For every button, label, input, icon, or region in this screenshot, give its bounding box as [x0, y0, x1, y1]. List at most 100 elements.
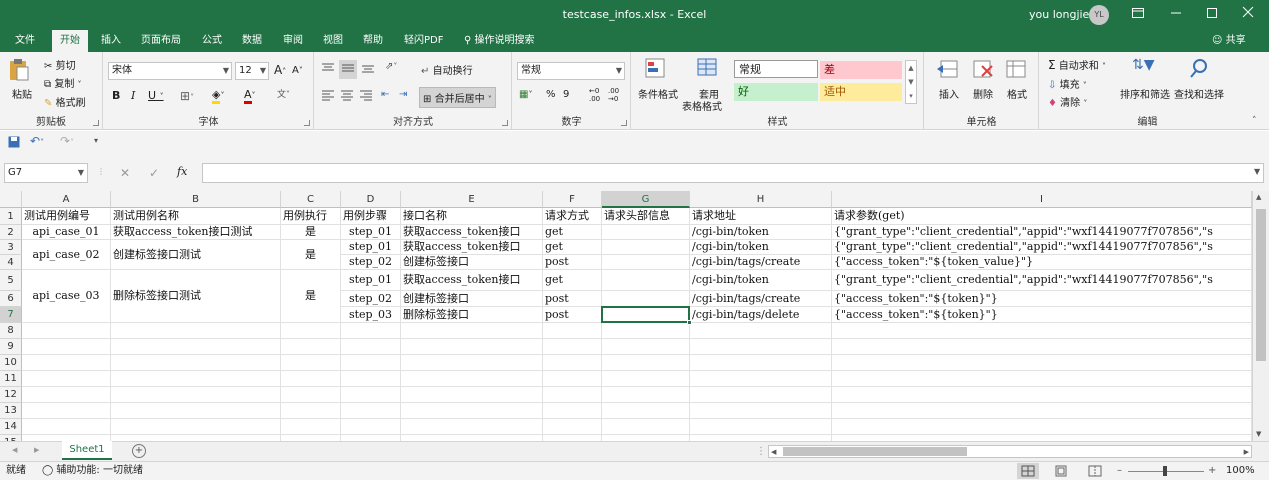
params-cell[interactable]: {"access_token":"${token}"} [832, 307, 1251, 322]
column-header[interactable]: I [832, 191, 1252, 208]
confirm-entry-icon[interactable]: ✓ [149, 166, 159, 180]
insert-cells-icon[interactable] [937, 58, 959, 83]
accessibility-status[interactable]: ◯ 辅助功能: 一切就绪 [42, 462, 143, 480]
case-exec-cell[interactable]: 是 [281, 240, 340, 269]
style-good[interactable]: 好 [734, 83, 818, 101]
active-cell-G7[interactable] [601, 306, 690, 323]
undo-icon[interactable]: ↶˅ [30, 134, 44, 148]
scroll-up-icon[interactable]: ▲ [1256, 193, 1261, 201]
column-header[interactable]: H [690, 191, 832, 208]
font-color-icon[interactable]: A˅ [244, 88, 256, 104]
row-header[interactable]: 7 [0, 307, 22, 323]
api-name-cell[interactable]: 删除标签接口 [401, 307, 542, 322]
alignment-launcher-icon[interactable] [502, 120, 508, 126]
currency-icon[interactable]: ▦˅ [519, 89, 532, 100]
decrease-indent-icon[interactable]: ⇤ [381, 89, 389, 100]
scroll-down-icon[interactable]: ▼ [1256, 430, 1261, 438]
clear-button[interactable]: ♦ 清除 ˅ [1048, 94, 1087, 109]
header-cell[interactable]: 请求方式 [543, 208, 601, 224]
step-cell[interactable]: step_03 [341, 307, 400, 322]
row-header[interactable]: 2 [0, 225, 22, 240]
maximize-button[interactable] [1202, 5, 1222, 25]
header-cell[interactable]: 请求参数(get) [832, 208, 1251, 224]
decrease-font-icon[interactable]: A˅ [292, 65, 303, 76]
close-button[interactable] [1238, 5, 1258, 25]
increase-font-icon[interactable]: A˄ [274, 63, 286, 77]
customize-qat-icon[interactable]: ▾ [94, 136, 98, 145]
tell-me-search[interactable]: ⚲ 操作说明搜索 [464, 30, 535, 52]
style-neutral[interactable]: 适中 [820, 83, 902, 101]
params-cell[interactable]: {"access_token":"${token}"} [832, 291, 1251, 306]
zoom-out-icon[interactable]: – [1117, 462, 1122, 480]
case-exec-cell[interactable]: 是 [281, 225, 340, 239]
case-id-cell[interactable]: api_case_03 [22, 270, 110, 322]
font-name-select[interactable]: 宋体 ▼ [108, 62, 232, 80]
column-header[interactable]: F [543, 191, 602, 208]
api-name-cell[interactable]: 获取access_token接口 [401, 225, 542, 239]
phonetic-icon[interactable]: 文˅ [277, 87, 290, 100]
url-cell[interactable]: /cgi-bin/tags/create [690, 255, 831, 269]
horizontal-scroll-thumb[interactable] [783, 447, 967, 456]
tab-insert[interactable]: 插入 [99, 30, 123, 52]
header-cell[interactable]: 用例执行 [281, 208, 340, 224]
horizontal-scrollbar[interactable]: ◀ ▶ [768, 445, 1252, 458]
tab-view[interactable]: 视图 [321, 30, 345, 52]
collapse-ribbon-icon[interactable]: ˄ [1252, 116, 1257, 126]
url-cell[interactable]: /cgi-bin/token [690, 270, 831, 290]
expand-formula-icon[interactable]: ▼ [1254, 167, 1260, 176]
url-cell[interactable]: /cgi-bin/token [690, 225, 831, 239]
row-header[interactable]: 9 [0, 339, 22, 355]
delete-cells-icon[interactable] [972, 58, 994, 83]
case-name-cell[interactable]: 删除标签接口测试 [111, 270, 280, 322]
api-name-cell[interactable]: 创建标签接口 [401, 255, 542, 269]
params-cell[interactable]: {"grant_type":"client_credential","appid… [832, 240, 1251, 254]
cut-button[interactable]: ✂ 剪切 [44, 57, 76, 72]
column-header[interactable]: D [341, 191, 401, 208]
column-header[interactable]: E [401, 191, 543, 208]
params-cell[interactable]: {"access_token":"${token_value}"} [832, 255, 1251, 269]
case-id-cell[interactable]: api_case_02 [22, 240, 110, 269]
url-cell[interactable]: /cgi-bin/token [690, 240, 831, 254]
cancel-entry-icon[interactable]: ✕ [120, 166, 130, 180]
tab-review[interactable]: 审阅 [281, 30, 305, 52]
page-layout-view-icon[interactable] [1053, 463, 1069, 480]
step-cell[interactable]: step_01 [341, 225, 400, 239]
step-cell[interactable]: step_01 [341, 270, 400, 290]
autosum-button[interactable]: Σ 自动求和 ˅ [1048, 57, 1106, 72]
row-header[interactable]: 8 [0, 323, 22, 339]
sort-filter-label[interactable]: 排序和筛选 [1120, 86, 1170, 101]
number-format-select[interactable]: 常规 ▼ [517, 62, 625, 80]
increase-indent-icon[interactable]: ⇥ [399, 89, 407, 100]
add-sheet-icon[interactable]: + [132, 444, 146, 458]
styles-scroll-icon[interactable]: ▲ ▼ ▾ [905, 60, 917, 104]
table-format-label-2[interactable]: 表格格式 [682, 98, 722, 113]
case-exec-cell[interactable]: 是 [281, 270, 340, 322]
insert-cells-label[interactable]: 插入 [939, 86, 959, 101]
method-cell[interactable]: get [543, 270, 601, 290]
row-header[interactable]: 11 [0, 371, 22, 387]
borders-icon[interactable]: ⊞˅ [180, 89, 194, 103]
user-name[interactable]: you longjie [1029, 8, 1089, 21]
underline-icon[interactable]: U ˅ [148, 89, 164, 102]
next-sheet-icon[interactable]: ▶ [34, 446, 39, 454]
tab-formulas[interactable]: 公式 [200, 30, 224, 52]
scroll-left-icon[interactable]: ◀ [771, 446, 776, 458]
url-cell[interactable]: /cgi-bin/tags/create [690, 291, 831, 306]
find-select-label[interactable]: 查找和选择 [1174, 86, 1224, 101]
method-cell[interactable]: post [543, 307, 601, 322]
font-launcher-icon[interactable] [304, 120, 310, 126]
vertical-scroll-thumb[interactable] [1256, 209, 1266, 361]
step-cell[interactable]: step_02 [341, 255, 400, 269]
avatar[interactable]: YL [1089, 5, 1109, 25]
redo-icon[interactable]: ↷˅ [60, 134, 74, 148]
row-header[interactable]: 6 [0, 291, 22, 307]
ribbon-display-icon[interactable] [1128, 5, 1148, 25]
clipboard-launcher-icon[interactable] [93, 120, 99, 126]
paste-button[interactable] [8, 58, 30, 82]
bold-icon[interactable]: B [112, 89, 120, 102]
align-middle-icon[interactable] [339, 60, 357, 79]
style-bad[interactable]: 差 [820, 61, 902, 79]
case-id-cell[interactable]: api_case_01 [22, 225, 110, 239]
sheet-tab[interactable]: Sheet1 [62, 441, 112, 460]
increase-decimal-icon[interactable]: ←0.00 [589, 87, 600, 103]
